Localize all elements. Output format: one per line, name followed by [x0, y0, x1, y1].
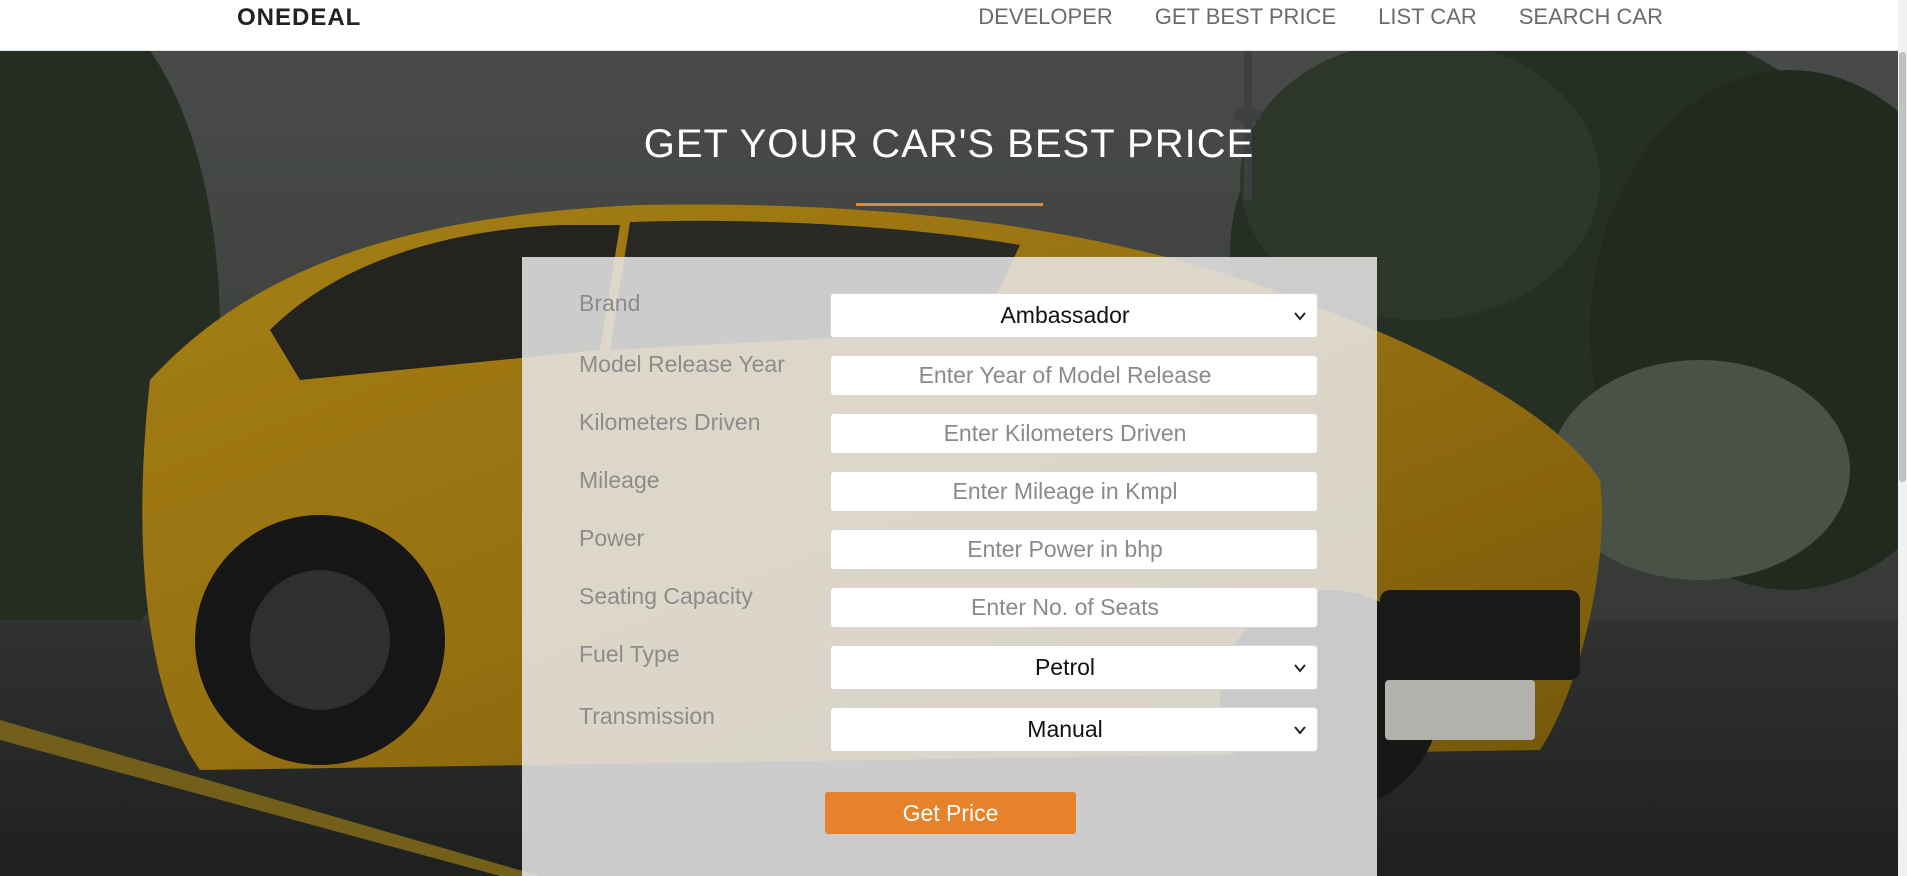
model-year-label: Model Release Year	[579, 351, 785, 377]
power-input[interactable]	[830, 529, 1318, 570]
mileage-label: Mileage	[579, 467, 660, 493]
page-title: GET YOUR CAR'S BEST PRICE	[643, 122, 1255, 166]
brand-label: Brand	[579, 290, 641, 316]
fuel-select[interactable]: Petrol	[830, 645, 1318, 690]
scrollbar-thumb[interactable]	[1899, 52, 1906, 482]
chevron-down-icon	[1294, 664, 1306, 673]
power-label: Power	[579, 525, 645, 551]
brand-select-value: Ambassador	[1000, 302, 1130, 328]
navbar: ONEDEAL DEVELOPER GET BEST PRICE LIST CA…	[0, 0, 1898, 51]
page-scrollbar[interactable]	[1898, 0, 1907, 876]
kilometers-label: Kilometers Driven	[579, 409, 761, 435]
get-price-button[interactable]: Get Price	[825, 792, 1076, 834]
transmission-select-value: Manual	[1027, 716, 1103, 742]
fuel-label: Fuel Type	[579, 641, 680, 667]
heading-divider	[856, 203, 1043, 206]
kilometers-input[interactable]	[830, 413, 1318, 454]
chevron-down-icon	[1294, 312, 1306, 321]
price-form: Brand Ambassador Model Release Year Kilo…	[522, 257, 1377, 876]
mileage-input[interactable]	[830, 471, 1318, 512]
page: ONEDEAL DEVELOPER GET BEST PRICE LIST CA…	[0, 0, 1907, 876]
nav-link-get-best-price[interactable]: GET BEST PRICE	[1155, 4, 1336, 30]
nav-link-list-car[interactable]: LIST CAR	[1378, 4, 1477, 30]
nav-links: DEVELOPER GET BEST PRICE LIST CAR SEARCH…	[978, 4, 1663, 30]
brand-select[interactable]: Ambassador	[830, 293, 1318, 338]
chevron-down-icon	[1294, 726, 1306, 735]
transmission-label: Transmission	[579, 703, 715, 729]
nav-link-search-car[interactable]: SEARCH CAR	[1519, 4, 1663, 30]
model-year-input[interactable]	[830, 355, 1318, 396]
nav-link-developer[interactable]: DEVELOPER	[978, 4, 1113, 30]
seats-label: Seating Capacity	[579, 583, 753, 609]
transmission-select[interactable]: Manual	[830, 707, 1318, 752]
brand-logo[interactable]: ONEDEAL	[237, 4, 361, 32]
seats-input[interactable]	[830, 587, 1318, 628]
fuel-select-value: Petrol	[1034, 654, 1096, 680]
